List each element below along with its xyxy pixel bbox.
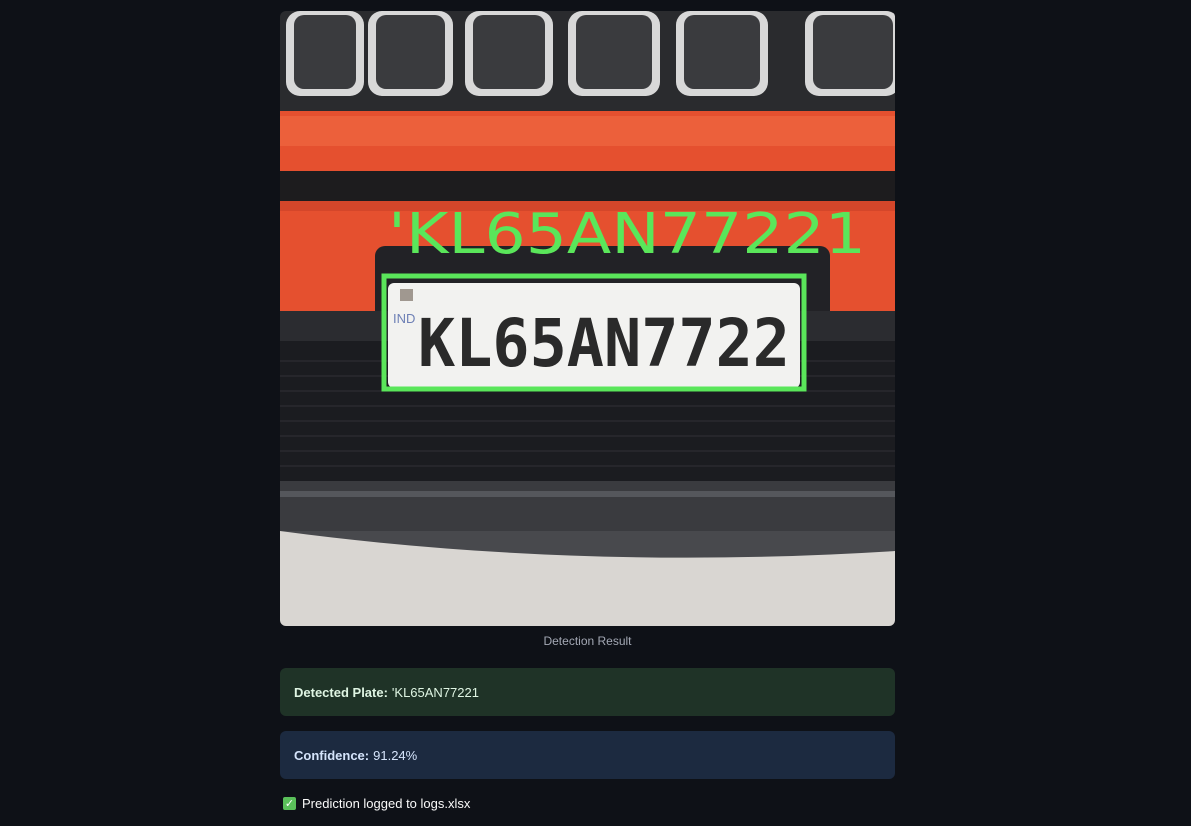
- detected-plate-label: Detected Plate:: [294, 684, 388, 700]
- confidence-value: 91.24%: [373, 747, 418, 763]
- check-icon: ✓: [283, 797, 296, 810]
- confidence-alert: Confidence: 91.24%: [280, 731, 895, 779]
- plate-country-code: IND: [393, 311, 415, 326]
- confidence-label: Confidence:: [294, 747, 370, 763]
- detection-result-image: IND KL65AN7722 'KL65AN77221: [280, 11, 895, 626]
- detected-plate-alert: Detected Plate: 'KL65AN77221: [280, 668, 895, 716]
- detection-overlay-text: 'KL65AN77221: [388, 202, 866, 267]
- license-plate-text: KL65AN7722: [418, 305, 790, 382]
- image-caption: Detection Result: [543, 634, 632, 648]
- car-front-photo: IND KL65AN7722 'KL65AN77221: [280, 11, 895, 626]
- detected-plate-value: 'KL65AN77221: [391, 684, 479, 700]
- log-status-text: Prediction logged to logs.xlsx: [302, 796, 471, 811]
- log-status: ✓ Prediction logged to logs.xlsx: [283, 796, 470, 811]
- app-page: IND KL65AN7722 'KL65AN77221 Detection Re…: [0, 0, 1191, 826]
